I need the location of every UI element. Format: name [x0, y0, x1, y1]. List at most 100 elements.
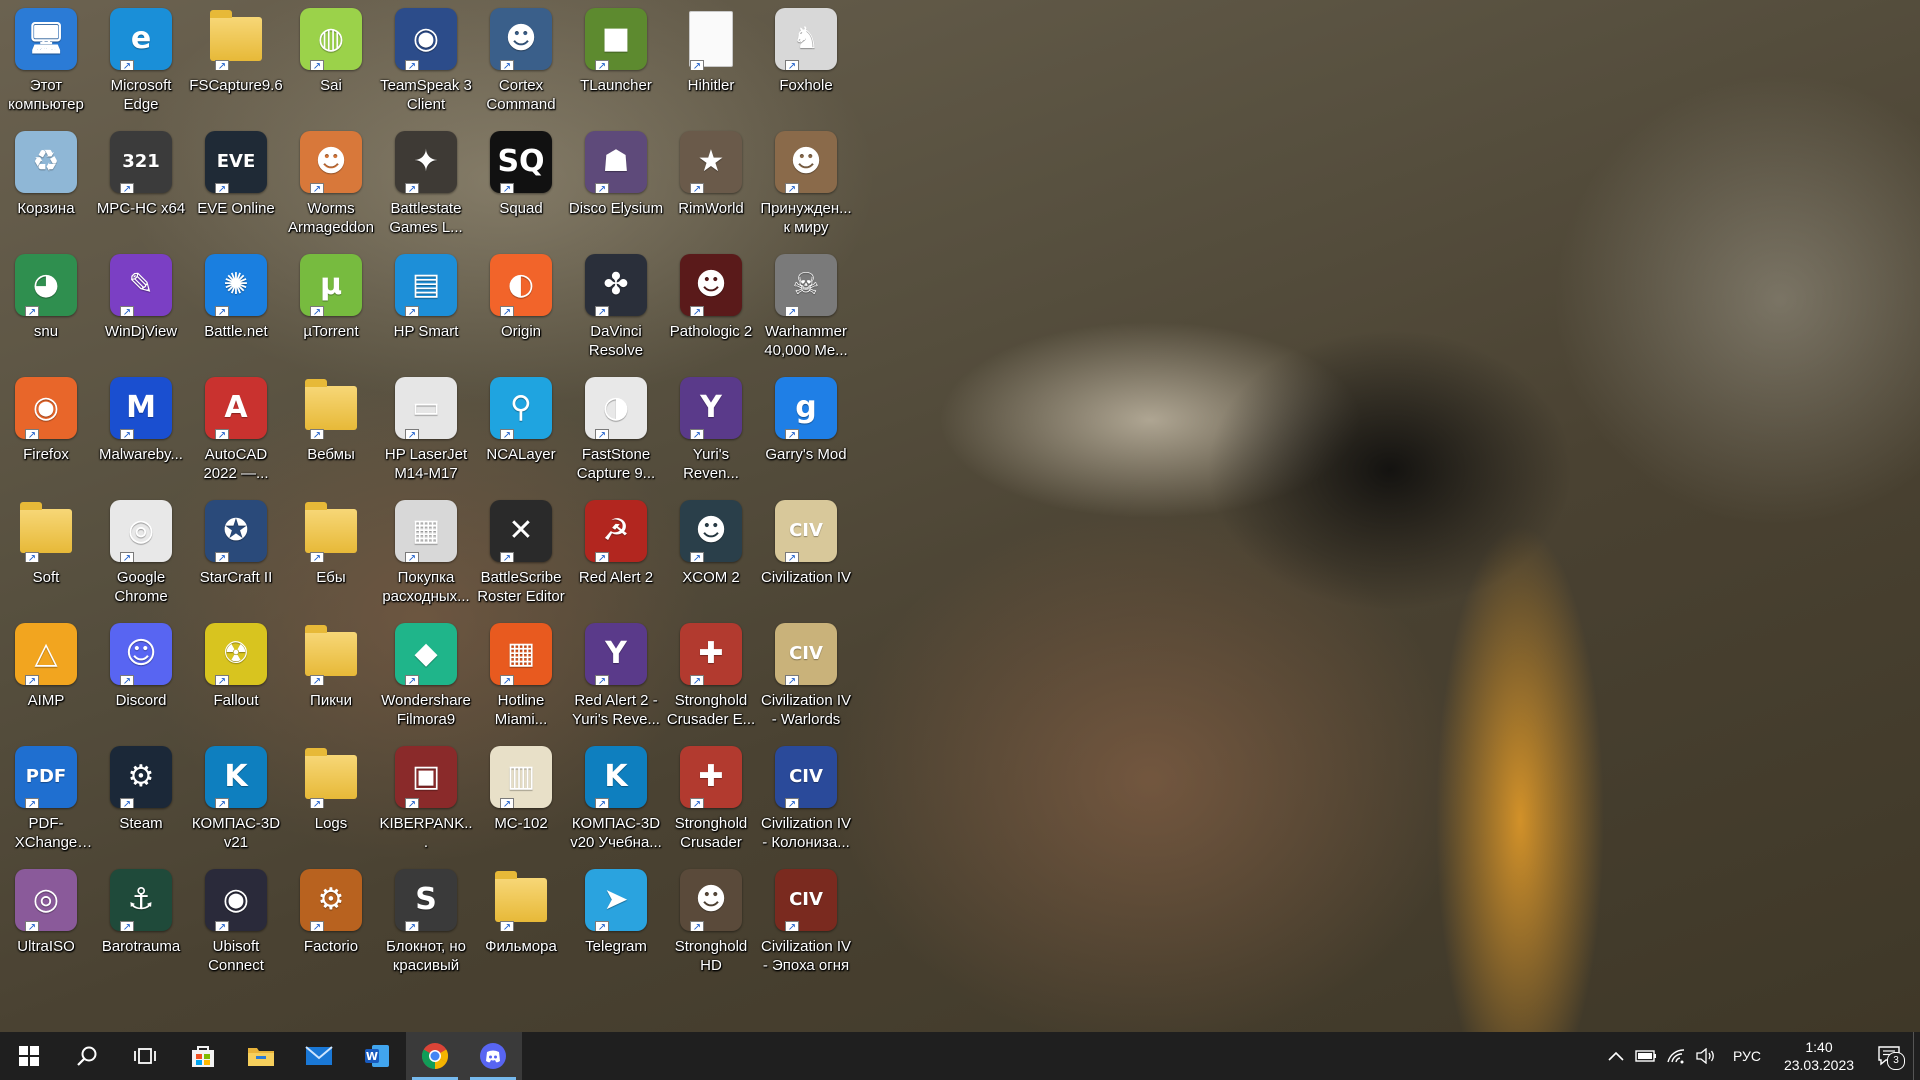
desktop-icon[interactable]: ♻ Корзина	[0, 123, 92, 241]
taskbar-file-explorer[interactable]	[232, 1032, 290, 1080]
desktop-icon[interactable]: ◑ ↗ FastStone Capture 9...	[570, 369, 662, 487]
desktop-icon[interactable]: ◕ ↗ snu	[0, 246, 92, 364]
desktop-icon[interactable]: ↗ Пикчи	[285, 615, 377, 733]
desktop-icon[interactable]: A ↗ AutoCAD 2022 —...	[190, 369, 282, 487]
desktop-icon[interactable]: ◉ ↗ Firefox	[0, 369, 92, 487]
desktop-icon[interactable]: ▦ ↗ Hotline Miami...	[475, 615, 567, 733]
desktop-icon[interactable]: ☗ ↗ Disco Elysium	[569, 123, 663, 241]
desktop-icon[interactable]: ◍ ↗ Sai	[285, 0, 377, 118]
network-button[interactable]	[1661, 1032, 1691, 1080]
desktop-icon[interactable]: CIV ↗ Civilization IV - Колониза...	[760, 738, 852, 856]
desktop-icon[interactable]: ■ ↗ TLauncher	[570, 0, 662, 118]
desktop-icon[interactable]: CIV ↗ Civilization IV - Эпоха огня	[760, 861, 852, 979]
desktop-icon[interactable]: ◎ ↗ Google Chrome	[95, 492, 187, 610]
desktop-icon[interactable]: PDF ↗ PDF-XChange Viewer	[0, 738, 92, 856]
desktop-icon[interactable]: ♞ ↗ Foxhole	[760, 0, 852, 118]
desktop-icon[interactable]: ↗ Hihitler	[665, 0, 757, 118]
notification-center-button[interactable]: 3	[1865, 1032, 1913, 1080]
desktop-icon[interactable]: ☻ ↗ Worms Armageddon	[285, 123, 377, 241]
desktop-icon[interactable]: ↗ Вебмы	[285, 369, 377, 487]
sublime-icon: S ↗	[395, 869, 457, 931]
desktop-icon[interactable]: ⚙ ↗ Factorio	[285, 861, 377, 979]
desktop-icon[interactable]: ✺ ↗ Battle.net	[190, 246, 282, 364]
desktop-icon[interactable]: ◆ ↗ Wondershare Filmora9	[380, 615, 472, 733]
desktop-icon[interactable]: ↗ FSCapture9.6	[189, 0, 283, 118]
desktop-icon[interactable]: ✚ ↗ Stronghold Crusader E...	[665, 615, 757, 733]
desktop-icon[interactable]: g ↗ Garry's Mod	[760, 369, 852, 487]
desktop-icon[interactable]: ➤ ↗ Telegram	[570, 861, 662, 979]
desktop-icon[interactable]: ✦ ↗ Battlestate Games L...	[380, 123, 472, 241]
taskbar-chrome[interactable]	[406, 1032, 464, 1080]
desktop-icon[interactable]: ✤ ↗ DaVinci Resolve	[570, 246, 662, 364]
desktop-icon[interactable]: ⚙ ↗ Steam	[95, 738, 187, 856]
desktop-icon[interactable]: △ ↗ AIMP	[0, 615, 92, 733]
volume-button[interactable]	[1691, 1032, 1721, 1080]
desktop-icon[interactable]: ✎ ↗ WinDjView	[95, 246, 187, 364]
desktop-icon[interactable]: ◐ ↗ Origin	[475, 246, 567, 364]
desktop-icon[interactable]: 321 ↗ MPC-HC x64	[95, 123, 187, 241]
desktop-icon[interactable]: ▭ ↗ HP LaserJet M14-M17	[380, 369, 472, 487]
desktop-icon[interactable]: ↗ Ебы	[285, 492, 377, 610]
clock-button[interactable]: 1:40 23.03.2023	[1773, 1032, 1865, 1080]
desktop-icon[interactable]: ☻ ↗ Принужден... к миру	[760, 123, 852, 241]
chevron-up-icon	[1608, 1051, 1624, 1061]
desktop-icon[interactable]: SQ ↗ Squad	[475, 123, 567, 241]
desktop-icon[interactable]: S ↗ Блокнот, но красивый	[380, 861, 472, 979]
shortcut-arrow-icon: ↗	[120, 552, 134, 562]
desktop-icon[interactable]: ✚ ↗ Stronghold Crusader	[665, 738, 757, 856]
desktop-icon[interactable]: ☭ ↗ Red Alert 2	[570, 492, 662, 610]
desktop-icon[interactable]: ▥ ↗ MC-102	[475, 738, 567, 856]
firefox-icon: ◉ ↗	[15, 377, 77, 439]
mail-icon	[305, 1046, 333, 1065]
disco-elysium-icon: ☗ ↗	[585, 131, 647, 193]
desktop-icon[interactable]: ↗ Soft	[0, 492, 92, 610]
taskbar-microsoft-store[interactable]	[174, 1032, 232, 1080]
desktop-icon[interactable]: ☻ ↗ Cortex Command	[475, 0, 567, 118]
desktop-icon[interactable]: ▣ ↗ KIBERPANK...	[379, 738, 473, 856]
task-view-button[interactable]	[116, 1032, 174, 1080]
taskbar-discord[interactable]	[464, 1032, 522, 1080]
desktop-icon-label: Warhammer 40,000 Me...	[764, 323, 848, 359]
desktop-icon[interactable]: ✕ ↗ BattleScribe Roster Editor	[475, 492, 567, 610]
desktop-icon[interactable]: ☢ ↗ Fallout	[190, 615, 282, 733]
input-language-button[interactable]: РУС	[1721, 1032, 1773, 1080]
desktop-icon[interactable]: ☻ ↗ XCOM 2	[665, 492, 757, 610]
desktop-icon[interactable]: Y ↗ Yuri's Reven...	[665, 369, 757, 487]
desktop-icon[interactable]: ★ ↗ RimWorld	[665, 123, 757, 241]
desktop-icon[interactable]: ◉ ↗ Ubisoft Connect	[190, 861, 282, 979]
icon-glyph: ▦	[411, 513, 441, 548]
desktop-icon[interactable]: ◎ ↗ UltraISO	[0, 861, 92, 979]
battery-button[interactable]	[1631, 1032, 1661, 1080]
desktop-icon[interactable]: EVE ↗ EVE Online	[190, 123, 282, 241]
desktop-icon[interactable]: ↗ Logs	[285, 738, 377, 856]
search-button[interactable]	[58, 1032, 116, 1080]
desktop-icon[interactable]: ✪ ↗ StarCraft II	[190, 492, 282, 610]
desktop-icon[interactable]: ▤ ↗ HP Smart	[380, 246, 472, 364]
desktop-icon[interactable]: ☠ ↗ Warhammer 40,000 Me...	[760, 246, 852, 364]
start-button[interactable]	[0, 1032, 58, 1080]
desktop-icon[interactable]: ↗ Фильмора	[475, 861, 567, 979]
desktop-icon[interactable]: e ↗ Microsoft Edge	[95, 0, 187, 118]
desktop-icon[interactable]: M ↗ Malwareby...	[95, 369, 187, 487]
desktop-icon[interactable]: K ↗ КОМПАС-3D v20 Учебна...	[570, 738, 662, 856]
desktop-icon[interactable]: ☻ ↗ Stronghold HD	[665, 861, 757, 979]
desktop-icon[interactable]: ◉ ↗ TeamSpeak 3 Client	[380, 0, 472, 118]
file-explorer-icon	[248, 1048, 274, 1066]
desktop-icon[interactable]: Y ↗ Red Alert 2 - Yuri's Reve...	[570, 615, 662, 733]
taskbar-mail[interactable]	[290, 1032, 348, 1080]
shortcut-arrow-icon: ↗	[785, 798, 799, 808]
desktop-icon[interactable]: µ ↗ µTorrent	[285, 246, 377, 364]
desktop-icon[interactable]: ☺ ↗ Discord	[95, 615, 187, 733]
desktop-icon-label: BattleScribe Roster Editor	[477, 569, 565, 605]
taskbar-word[interactable]: W	[348, 1032, 406, 1080]
desktop-icon[interactable]: CIV ↗ Civilization IV	[760, 492, 852, 610]
show-desktop-button[interactable]	[1913, 1032, 1920, 1080]
desktop-icon[interactable]: ⚓ ↗ Barotrauma	[95, 861, 187, 979]
desktop-icon[interactable]: ⚲ ↗ NCALayer	[475, 369, 567, 487]
desktop-icon[interactable]: ☻ ↗ Pathologic 2	[665, 246, 757, 364]
desktop-icon[interactable]: ▦ ↗ Покупка расходных...	[380, 492, 472, 610]
desktop-icon[interactable]: K ↗ КОМПАС-3D v21	[190, 738, 282, 856]
desktop-icon[interactable]: CIV ↗ Civilization IV - Warlords	[760, 615, 852, 733]
show-hidden-icons-button[interactable]	[1601, 1032, 1631, 1080]
desktop-icon[interactable]: 🖥 Этот компьютер	[0, 0, 92, 118]
